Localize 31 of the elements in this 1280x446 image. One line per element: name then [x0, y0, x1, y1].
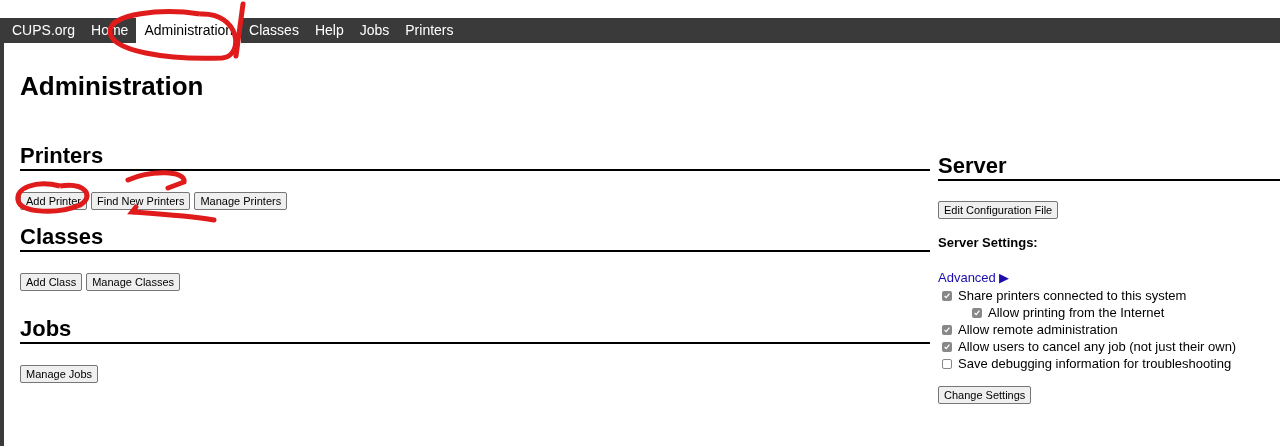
section-heading: Classes: [20, 224, 104, 250]
page-title: Administration: [20, 71, 204, 101]
section-heading: Jobs: [20, 316, 72, 342]
checkbox[interactable]: [972, 307, 982, 318]
checkbox-label: Allow users to cancel any job (not just their own): [958, 338, 1237, 355]
checkbox-label: Save debugging information for troubleshooting: [958, 355, 1232, 372]
checkbox[interactable]: [942, 358, 952, 369]
nav-link[interactable]: CUPS.org: [4, 18, 84, 43]
advanced-link[interactable]: Advanced ▶: [938, 267, 1010, 287]
button[interactable]: Manage Jobs: [20, 365, 99, 383]
checkbox-label: Allow remote administration: [958, 321, 1118, 338]
button[interactable]: Add Class: [20, 273, 83, 291]
annotation-scribble: [233, 1, 246, 59]
settings-label: Server Settings:: [938, 234, 1038, 252]
section-heading: Printers: [20, 143, 104, 169]
button[interactable]: Edit Configuration File: [938, 201, 1059, 219]
checkbox[interactable]: [942, 290, 952, 301]
nav-link[interactable]: Help: [306, 18, 352, 43]
checkbox-label: Share printers connected to this system: [958, 287, 1187, 304]
button[interactable]: Manage Classes: [86, 273, 181, 291]
button[interactable]: Change Settings: [938, 386, 1032, 404]
nav-link[interactable]: Jobs: [351, 18, 398, 43]
nav-link[interactable]: Printers: [397, 18, 462, 43]
checkbox[interactable]: [942, 324, 952, 335]
button[interactable]: Manage Printers: [194, 192, 288, 210]
nav-link[interactable]: Administration: [136, 18, 242, 43]
nav-link[interactable]: Classes: [241, 18, 307, 43]
checkbox-label: Allow printing from the Internet: [988, 304, 1165, 321]
checkbox[interactable]: [942, 341, 952, 352]
section-heading: Server: [938, 153, 1007, 179]
button[interactable]: Find New Printers: [91, 192, 191, 210]
